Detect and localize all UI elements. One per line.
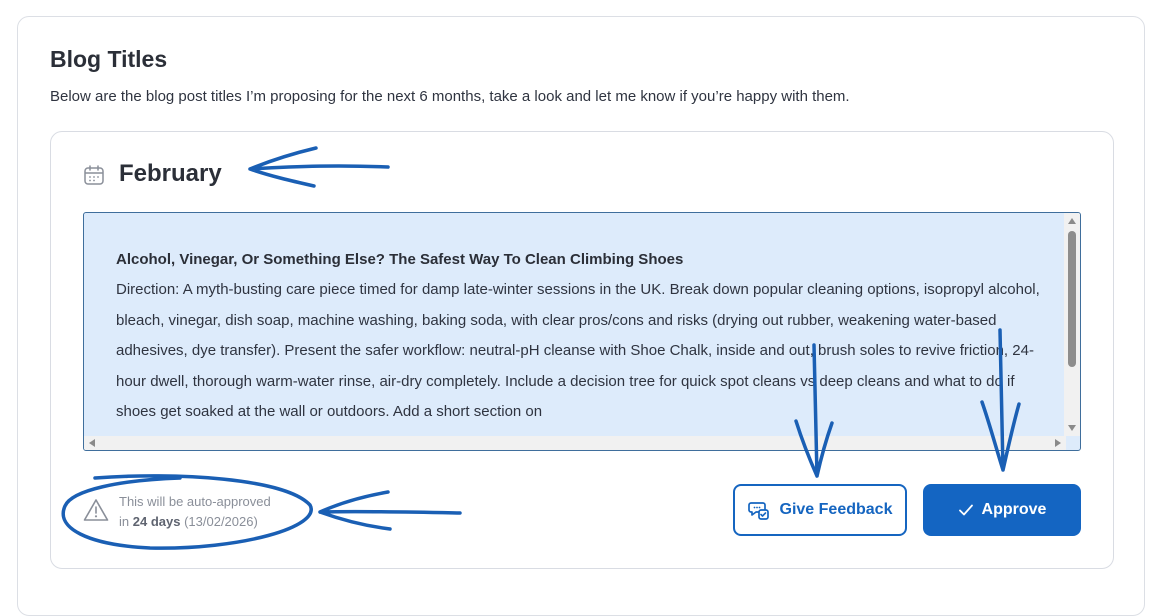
post-content-box[interactable]: Alcohol, Vinegar, Or Something Else? The… [83, 212, 1081, 451]
page-title: Blog Titles [50, 46, 168, 72]
give-feedback-label: Give Feedback [779, 501, 893, 518]
check-icon [958, 504, 973, 516]
month-title: February [119, 160, 222, 187]
approve-button[interactable]: Approve [923, 484, 1081, 536]
auto-approve-text: This will be auto-approved in 24 days (1… [119, 492, 271, 532]
post-title: Alcohol, Vinegar, Or Something Else? The… [116, 251, 684, 268]
auto-approve-prefix: in [119, 514, 130, 529]
scrollbar-thumb[interactable] [1068, 231, 1076, 367]
post-direction: Direction: A myth-busting care piece tim… [116, 281, 1040, 420]
horizontal-scrollbar[interactable] [84, 436, 1066, 450]
scroll-right-icon[interactable] [1055, 439, 1061, 447]
calendar-icon [84, 165, 104, 185]
give-feedback-button[interactable]: Give Feedback [733, 484, 907, 536]
scroll-left-icon[interactable] [89, 439, 95, 447]
auto-approve-line2: in 24 days (13/02/2026) [119, 512, 271, 532]
scroll-down-icon[interactable] [1068, 425, 1076, 431]
approve-label: Approve [981, 501, 1047, 518]
auto-approve-notice: This will be auto-approved in 24 days (1… [83, 492, 313, 532]
page-subtitle: Below are the blog post titles I’m propo… [50, 88, 850, 105]
feedback-chat-icon [747, 502, 769, 520]
post-content: Alcohol, Vinegar, Or Something Else? The… [116, 245, 1046, 428]
auto-approve-date: (13/02/2026) [184, 514, 258, 529]
auto-approve-days: 24 days [132, 514, 181, 529]
auto-approve-line1: This will be auto-approved [119, 494, 271, 509]
scroll-up-icon[interactable] [1068, 218, 1076, 224]
warning-icon [83, 499, 109, 521]
vertical-scrollbar[interactable] [1064, 213, 1080, 436]
